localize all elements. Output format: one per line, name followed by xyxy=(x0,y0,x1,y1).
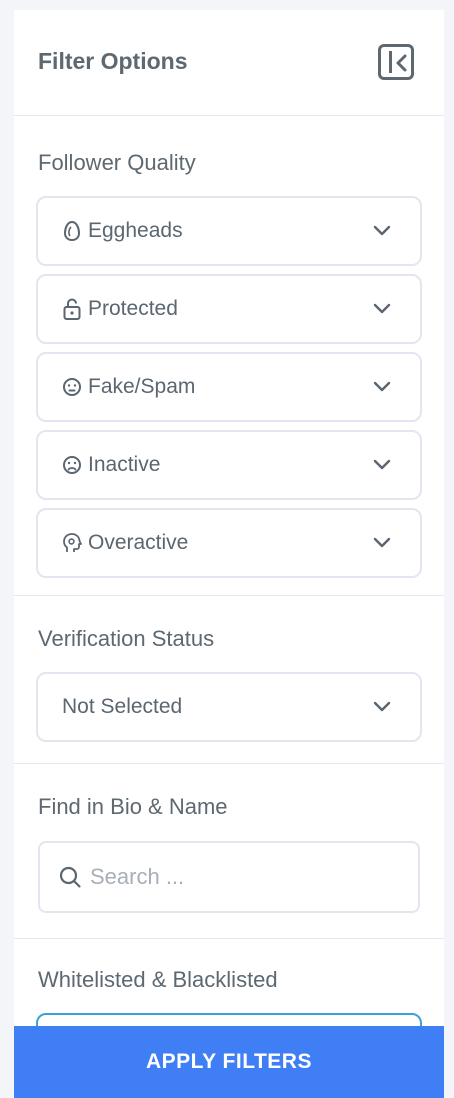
eggheads-select[interactable]: Eggheads xyxy=(36,196,422,266)
bio-search-input[interactable] xyxy=(90,864,390,890)
eggheads-label: Eggheads xyxy=(88,219,183,242)
verification-status-title: Verification Status xyxy=(38,626,215,651)
filter-header: Filter Options xyxy=(14,10,444,116)
fake-spam-select[interactable]: Fake/Spam xyxy=(36,352,422,422)
sad-face-icon xyxy=(62,455,82,475)
protected-label: Protected xyxy=(88,297,178,320)
filter-panel: Filter Options Follower Quality Eggheads… xyxy=(14,10,444,1098)
lock-icon xyxy=(62,298,82,320)
verification-status-select[interactable]: Not Selected xyxy=(36,672,422,742)
protected-select[interactable]: Protected xyxy=(36,274,422,344)
follower-quality-section: Follower Quality Eggheads Protected Fake… xyxy=(14,116,444,596)
whitelist-blacklist-title: Whitelisted & Blacklisted xyxy=(38,967,278,992)
filter-title: Filter Options xyxy=(38,48,188,74)
follower-quality-title: Follower Quality xyxy=(38,150,196,175)
overactive-label: Overactive xyxy=(88,531,189,554)
verification-status-section: Verification Status Not Selected xyxy=(14,596,444,764)
bio-search-section: Find in Bio & Name xyxy=(14,764,444,939)
chevron-down-icon xyxy=(373,381,391,392)
inactive-select[interactable]: Inactive xyxy=(36,430,422,500)
chevron-down-icon xyxy=(373,225,391,236)
bio-search-box[interactable] xyxy=(38,841,420,913)
bio-search-title: Find in Bio & Name xyxy=(38,794,228,819)
collapse-panel-button[interactable] xyxy=(378,44,414,80)
angry-face-icon xyxy=(62,377,82,397)
chevron-down-icon xyxy=(373,303,391,314)
chevron-down-icon xyxy=(373,701,391,712)
fake-spam-label: Fake/Spam xyxy=(88,375,196,398)
chevron-down-icon xyxy=(373,537,391,548)
egg-icon xyxy=(62,220,82,242)
apply-filters-button[interactable]: APPLY FILTERS xyxy=(14,1026,444,1098)
chevron-down-icon xyxy=(373,459,391,470)
verification-status-value: Not Selected xyxy=(62,695,183,718)
sidebar-collapse-icon xyxy=(389,51,392,73)
gear-head-icon xyxy=(62,533,82,553)
search-icon xyxy=(59,866,81,888)
chevron-left-icon xyxy=(396,54,407,72)
inactive-label: Inactive xyxy=(88,453,161,476)
overactive-select[interactable]: Overactive xyxy=(36,508,422,578)
